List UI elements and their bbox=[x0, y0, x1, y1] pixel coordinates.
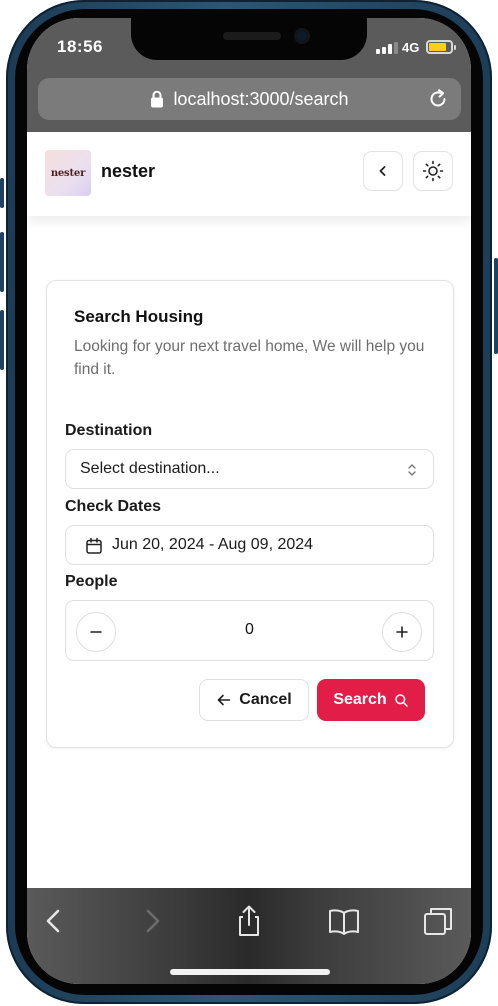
people-count: 0 bbox=[245, 621, 254, 638]
mute-switch bbox=[0, 178, 4, 208]
chevron-left-icon bbox=[379, 166, 386, 176]
destination-label: Destination bbox=[65, 422, 153, 439]
date-range-value: Jun 20, 2024 - Aug 09, 2024 bbox=[112, 536, 314, 553]
search-button[interactable]: Search bbox=[317, 679, 425, 721]
screen: 18:56 4G localhost:3000/search nester ne… bbox=[27, 18, 471, 984]
power-button bbox=[494, 258, 498, 354]
destination-placeholder: Select destination... bbox=[80, 460, 220, 477]
people-stepper: 0 bbox=[65, 600, 434, 661]
browser-chrome: 18:56 4G localhost:3000/search bbox=[27, 18, 471, 132]
check-dates-label: Check Dates bbox=[65, 498, 162, 515]
status-bar: 18:56 4G bbox=[27, 18, 471, 76]
search-housing-card: Search Housing Looking for your next tra… bbox=[46, 280, 454, 748]
cancel-label: Cancel bbox=[239, 691, 292, 708]
sun-icon bbox=[422, 160, 444, 182]
card-title: Search Housing bbox=[74, 307, 204, 326]
arrow-left-icon bbox=[217, 694, 231, 706]
card-description: Looking for your next travel home, We wi… bbox=[74, 338, 425, 378]
battery-icon bbox=[426, 40, 456, 54]
theme-toggle-button[interactable] bbox=[413, 151, 453, 191]
up-down-chevron-icon bbox=[408, 464, 416, 476]
increment-button[interactable] bbox=[382, 612, 422, 652]
reload-icon[interactable] bbox=[427, 88, 449, 110]
logo[interactable]: nester bbox=[45, 150, 91, 196]
notch bbox=[131, 18, 367, 60]
signal-icon bbox=[376, 42, 398, 54]
brand-name: nester bbox=[101, 161, 156, 181]
back-button[interactable] bbox=[363, 151, 403, 191]
home-indicator[interactable] bbox=[170, 969, 330, 975]
front-camera bbox=[294, 28, 310, 44]
status-time: 18:56 bbox=[57, 37, 103, 56]
tabs-icon[interactable] bbox=[421, 904, 455, 938]
volume-up-button bbox=[0, 232, 4, 292]
search-icon bbox=[394, 693, 408, 707]
app-header: nester nester bbox=[27, 132, 471, 216]
speaker-grille bbox=[223, 32, 281, 40]
volume-down-button bbox=[0, 310, 4, 370]
bookmarks-icon[interactable] bbox=[327, 904, 361, 938]
destination-select[interactable]: Select destination... bbox=[65, 449, 434, 489]
cancel-button[interactable]: Cancel bbox=[199, 679, 309, 721]
search-label: Search bbox=[333, 691, 387, 708]
address-bar[interactable]: localhost:3000/search bbox=[38, 78, 461, 120]
share-icon[interactable] bbox=[232, 904, 266, 938]
people-label: People bbox=[65, 573, 118, 590]
page: nester nester Search Housing Looking for… bbox=[27, 132, 471, 888]
network-type: 4G bbox=[402, 40, 420, 55]
url-text: localhost:3000/search bbox=[173, 88, 349, 109]
calendar-icon bbox=[86, 537, 102, 554]
back-icon[interactable] bbox=[37, 904, 71, 938]
forward-icon[interactable] bbox=[135, 904, 169, 938]
date-range-picker[interactable]: Jun 20, 2024 - Aug 09, 2024 bbox=[65, 525, 434, 565]
plus-icon bbox=[396, 626, 408, 638]
lock-icon bbox=[151, 90, 164, 108]
